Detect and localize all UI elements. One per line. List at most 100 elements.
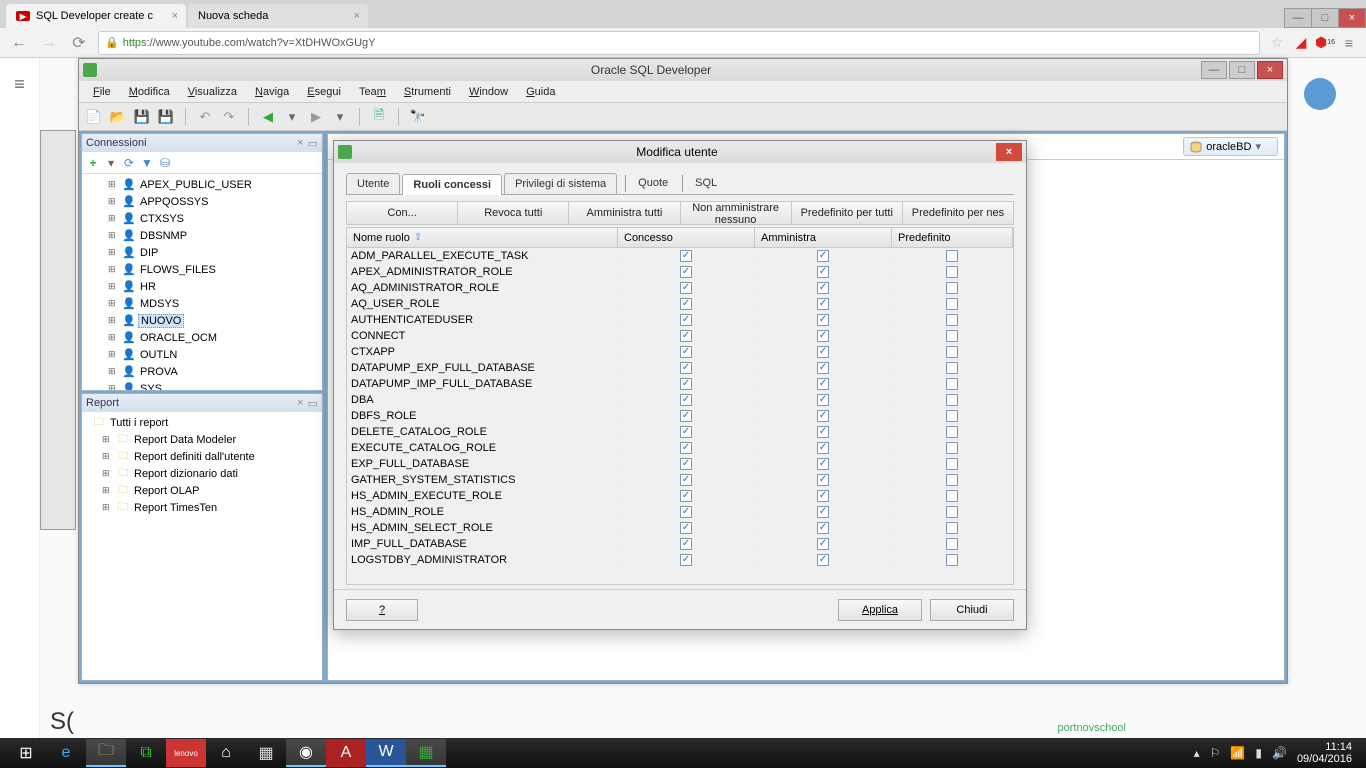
table-row[interactable]: DBA	[347, 392, 1013, 408]
default-checkbox[interactable]	[946, 538, 958, 550]
default-checkbox[interactable]	[946, 298, 958, 310]
expand-icon[interactable]: ⊞	[108, 281, 120, 292]
sql-worksheet-icon[interactable]: 🗎	[370, 108, 388, 126]
admin-checkbox[interactable]	[817, 458, 829, 470]
user-tree-item[interactable]: ⊞👤APPQOSSYS	[82, 193, 322, 210]
taskbar-adobe-icon[interactable]: A	[326, 739, 366, 767]
channel-name[interactable]: portnovschool	[1058, 722, 1127, 734]
star-icon[interactable]: ☆	[1268, 34, 1286, 52]
open-icon[interactable]: 📂	[109, 108, 127, 126]
granted-checkbox[interactable]	[680, 362, 692, 374]
admin-all-button[interactable]: Amministra tutti	[569, 202, 680, 224]
default-checkbox[interactable]	[946, 458, 958, 470]
user-tree-item[interactable]: ⊞👤FLOWS_FILES	[82, 261, 322, 278]
admin-checkbox[interactable]	[817, 266, 829, 278]
tray-flag-icon[interactable]: ⚐	[1210, 746, 1221, 760]
table-row[interactable]: AQ_USER_ROLE	[347, 296, 1013, 312]
sqldev-menubar[interactable]: File Modifica Visualizza Naviga Esegui T…	[79, 81, 1287, 103]
dropdown-icon[interactable]: ▾	[331, 108, 349, 126]
default-none-button[interactable]: Predefinito per nes	[903, 202, 1013, 224]
apply-button[interactable]: Applica	[838, 599, 922, 621]
expand-icon[interactable]: ⊞	[108, 383, 120, 390]
filter-icon[interactable]: ▼	[140, 156, 154, 170]
granted-checkbox[interactable]	[680, 554, 692, 566]
start-button[interactable]: ⊞	[6, 739, 46, 767]
default-checkbox[interactable]	[946, 378, 958, 390]
default-checkbox[interactable]	[946, 330, 958, 342]
admin-checkbox[interactable]	[817, 442, 829, 454]
table-row[interactable]: AUTHENTICATEDUSER	[347, 312, 1013, 328]
taskbar-store-icon[interactable]: ⧉	[126, 739, 166, 767]
menu-naviga[interactable]: Naviga	[247, 84, 297, 100]
table-row[interactable]: AQ_ADMINISTRATOR_ROLE	[347, 280, 1013, 296]
default-checkbox[interactable]	[946, 362, 958, 374]
user-tree-item[interactable]: ⊞👤MDSYS	[82, 295, 322, 312]
admin-checkbox[interactable]	[817, 538, 829, 550]
user-tree-item[interactable]: ⊞👤ORACLE_OCM	[82, 329, 322, 346]
table-row[interactable]: EXP_FULL_DATABASE	[347, 456, 1013, 472]
taskbar-lenovo-icon[interactable]: lenovo	[166, 739, 206, 767]
report-tree-item[interactable]: ⊞🗀Report OLAP	[82, 482, 322, 499]
windows-taskbar[interactable]: ⊞ e 🗀 ⧉ lenovo ⌂ ▦ ◉ A W ▦ ▴ ⚐ 📶 ▮ 🔊 11:…	[0, 738, 1366, 768]
user-tree-item[interactable]: ⊞👤SYS	[82, 380, 322, 390]
browser-tab-active[interactable]: ▶ SQL Developer create c ×	[6, 4, 186, 28]
window-maximize-button[interactable]: □	[1229, 61, 1255, 79]
table-row[interactable]: CONNECT	[347, 328, 1013, 344]
tray-up-icon[interactable]: ▴	[1194, 746, 1200, 760]
table-row[interactable]: DELETE_CATALOG_ROLE	[347, 424, 1013, 440]
user-tree-item[interactable]: ⊞👤APEX_PUBLIC_USER	[82, 176, 322, 193]
grant-all-button[interactable]: Con...	[347, 202, 458, 224]
admin-checkbox[interactable]	[817, 490, 829, 502]
granted-checkbox[interactable]	[680, 378, 692, 390]
admin-checkbox[interactable]	[817, 362, 829, 374]
admin-none-button[interactable]: Non amministrare nessuno	[681, 202, 792, 224]
menu-visualizza[interactable]: Visualizza	[180, 84, 245, 100]
window-minimize-button[interactable]: —	[1284, 8, 1312, 28]
menu-modifica[interactable]: Modifica	[121, 84, 178, 100]
menu-file[interactable]: File	[85, 84, 119, 100]
user-tree-item[interactable]: ⊞👤HR	[82, 278, 322, 295]
granted-checkbox[interactable]	[680, 506, 692, 518]
table-row[interactable]: APEX_ADMINISTRATOR_ROLE	[347, 264, 1013, 280]
dialog-titlebar[interactable]: Modifica utente ×	[334, 141, 1026, 163]
granted-checkbox[interactable]	[680, 346, 692, 358]
taskbar-libre-icon[interactable]: ▦	[246, 739, 286, 767]
expand-icon[interactable]: ⊞	[108, 213, 120, 224]
user-tree-item[interactable]: ⊞👤DBSNMP	[82, 227, 322, 244]
reports-tree[interactable]: 🗀 Tutti i report ⊞🗀Report Data Modeler⊞🗀…	[82, 412, 322, 680]
column-header-default[interactable]: Predefinito	[892, 228, 1013, 247]
table-row[interactable]: DATAPUMP_IMP_FULL_DATABASE	[347, 376, 1013, 392]
close-icon[interactable]: ×	[354, 10, 360, 22]
expand-icon[interactable]: ⊞	[102, 468, 114, 479]
taskbar-house-icon[interactable]: ⌂	[206, 739, 246, 767]
table-row[interactable]: DBFS_ROLE	[347, 408, 1013, 424]
tns-icon[interactable]: ⛁	[158, 156, 172, 170]
admin-checkbox[interactable]	[817, 378, 829, 390]
user-tree-item[interactable]: ⊞👤DIP	[82, 244, 322, 261]
expand-icon[interactable]: ⊞	[108, 196, 120, 207]
window-minimize-button[interactable]: —	[1201, 61, 1227, 79]
expand-icon[interactable]: ⊞	[108, 366, 120, 377]
admin-checkbox[interactable]	[817, 474, 829, 486]
default-checkbox[interactable]	[946, 346, 958, 358]
window-close-button[interactable]: ×	[1338, 8, 1366, 28]
expand-icon[interactable]: ⊞	[102, 434, 114, 445]
expand-icon[interactable]: ⊞	[102, 485, 114, 496]
column-header-granted[interactable]: Concesso	[618, 228, 755, 247]
tab-privilegi-sistema[interactable]: Privilegi di sistema	[504, 173, 617, 194]
user-tree-item[interactable]: ⊞👤OUTLN	[82, 346, 322, 363]
redo-icon[interactable]: ↷	[220, 108, 238, 126]
granted-checkbox[interactable]	[680, 474, 692, 486]
menu-esegui[interactable]: Esegui	[299, 84, 349, 100]
table-row[interactable]: HS_ADMIN_SELECT_ROLE	[347, 520, 1013, 536]
table-row[interactable]: DATAPUMP_EXP_FULL_DATABASE	[347, 360, 1013, 376]
user-tree-item[interactable]: ⊞👤CTXSYS	[82, 210, 322, 227]
expand-icon[interactable]: ⊞	[102, 502, 114, 513]
avatar[interactable]	[1304, 78, 1336, 110]
default-checkbox[interactable]	[946, 490, 958, 502]
admin-checkbox[interactable]	[817, 330, 829, 342]
dialog-close-button[interactable]: ×	[996, 143, 1022, 161]
connections-tree[interactable]: ⊞👤APEX_PUBLIC_USER⊞👤APPQOSSYS⊞👤CTXSYS⊞👤D…	[82, 174, 322, 390]
granted-checkbox[interactable]	[680, 458, 692, 470]
menu-guida[interactable]: Guida	[518, 84, 563, 100]
